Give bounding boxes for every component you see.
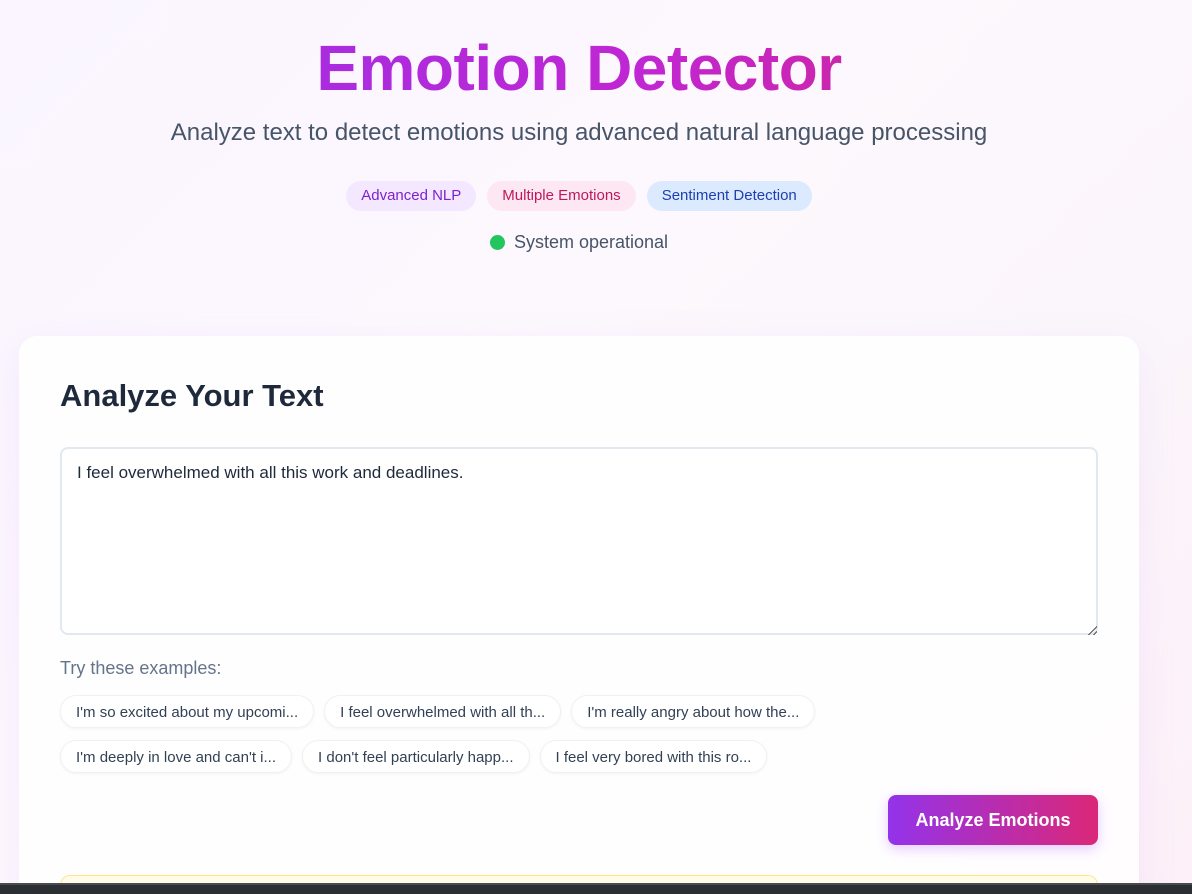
examples-row-2: I'm deeply in love and can't i... I don'… [60, 740, 768, 773]
example-chip[interactable]: I feel very bored with this ro... [539, 740, 768, 773]
analyzer-title: Analyze Your Text [60, 378, 324, 413]
analyze-emotions-button[interactable]: Analyze Emotions [888, 795, 1098, 845]
status-text: System operational [513, 232, 669, 252]
example-chip[interactable]: I don't feel particularly happ... [302, 740, 530, 773]
resize-handle-icon[interactable] [1087, 625, 1097, 635]
page-subtitle: Analyze text to detect emotions using ad… [170, 119, 988, 146]
analyzer-card: Analyze Your Text I feel overwhelmed wit… [19, 336, 1139, 894]
page-title: Emotion Detector [0, 30, 1158, 106]
text-input[interactable]: I feel overwhelmed with all this work an… [60, 447, 1098, 635]
example-chip[interactable]: I feel overwhelmed with all th... [324, 695, 562, 728]
example-chip[interactable]: I'm deeply in love and can't i... [60, 740, 293, 773]
examples-label: Try these examples: [60, 658, 222, 678]
examples-row-1: I'm so excited about my upcomi... I feel… [60, 695, 816, 728]
badge-advanced-nlp: Advanced NLP [346, 181, 477, 211]
system-status: System operational [0, 232, 1158, 253]
example-chip[interactable]: I'm really angry about how the... [571, 695, 816, 728]
taskbar [0, 883, 1192, 894]
status-dot-icon [489, 235, 505, 250]
feature-badges: Advanced NLP Multiple Emotions Sentiment… [0, 181, 1158, 211]
badge-sentiment-detection: Sentiment Detection [646, 181, 812, 211]
example-chip[interactable]: I'm so excited about my upcomi... [60, 695, 315, 728]
badge-multiple-emotions: Multiple Emotions [487, 181, 636, 211]
